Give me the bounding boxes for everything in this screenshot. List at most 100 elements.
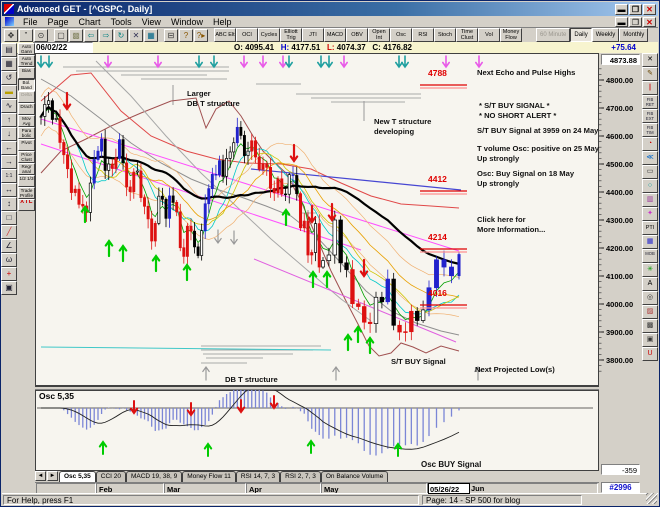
- elliott-wave-icon[interactable]: ∿: [1, 99, 17, 113]
- reset-icon[interactable]: ↺: [1, 71, 17, 85]
- mdi-close-button[interactable]: ✕: [643, 16, 656, 27]
- fib-extension-icon[interactable]: FIB EXT: [642, 109, 658, 123]
- study-icon[interactable]: ▬: [1, 85, 17, 99]
- grid-icon[interactable]: ▦: [642, 235, 658, 249]
- main-chart[interactable]: 4788441242144016LargerDB T structureNew …: [35, 53, 599, 386]
- study-toolbar-abc-elt[interactable]: ABC Elt: [214, 28, 236, 42]
- expand-horizontal-icon[interactable]: ↔: [1, 183, 17, 197]
- color-palette-icon[interactable]: ▨: [642, 305, 658, 319]
- menu-chart[interactable]: Chart: [74, 17, 106, 27]
- ellipse-icon[interactable]: ○: [642, 179, 658, 193]
- pencil-icon[interactable]: ✎: [642, 67, 658, 81]
- gann-box-icon[interactable]: ▭: [642, 165, 658, 179]
- print-icon[interactable]: ⊟: [164, 28, 178, 42]
- study-toolbar-open-int[interactable]: Open Int: [368, 28, 390, 42]
- study-toolbar-rsi[interactable]: RSI: [412, 28, 434, 42]
- gann-grid-icon[interactable]: ▦: [1, 57, 17, 71]
- tab-rsi-14-7-3[interactable]: RSI 14, 7, 3: [235, 471, 281, 482]
- mdi-restore-button[interactable]: ❐: [629, 16, 642, 27]
- menu-page[interactable]: Page: [43, 17, 74, 27]
- title-bar[interactable]: Advanced GET - [^GSPC, Daily] ▬ ❐ ✕: [2, 2, 658, 16]
- gann-angles-icon[interactable]: ∠: [1, 239, 17, 253]
- study-toolbar-elliott-trig[interactable]: Elliott Trig: [280, 28, 302, 42]
- study-button-delta[interactable]: Delta: [18, 91, 35, 103]
- study-button-pivot[interactable]: Pivot: [18, 139, 35, 151]
- study-toolbar-money-flow[interactable]: Money Flow: [500, 28, 522, 42]
- back-icon[interactable]: ⇦: [84, 28, 98, 42]
- click-more-link[interactable]: More Information...: [477, 225, 545, 234]
- context-help-icon[interactable]: ?▸: [194, 28, 208, 42]
- menu-tools[interactable]: Tools: [106, 17, 137, 27]
- menu-view[interactable]: View: [137, 17, 166, 27]
- tab-cci-20[interactable]: CCI 20: [95, 471, 126, 482]
- expand-vertical-icon[interactable]: ↕: [1, 197, 17, 211]
- actual-size-icon[interactable]: 1:1: [1, 169, 17, 183]
- tab-macd-19-38-9[interactable]: MACD 19, 38, 9: [125, 471, 183, 482]
- fib-retrace-icon[interactable]: FIB RET: [642, 95, 658, 109]
- quote-icon[interactable]: ”: [19, 28, 33, 42]
- study-toolbar-stoch[interactable]: Stoch: [434, 28, 456, 42]
- new-page-icon[interactable]: ▢: [54, 28, 68, 42]
- tj-web-icon[interactable]: ω: [1, 253, 17, 267]
- timeframe-weekly[interactable]: Weekly: [591, 28, 620, 42]
- copy-page-icon[interactable]: ▣: [642, 333, 658, 347]
- menu-window[interactable]: Window: [166, 17, 208, 27]
- roots-icon[interactable]: ✳: [642, 263, 658, 277]
- resize-grip[interactable]: [646, 493, 657, 504]
- grid-snap-icon[interactable]: ▩: [642, 319, 658, 333]
- study-button-bias[interactable]: Bias: [18, 67, 35, 79]
- study-button-auto-gann[interactable]: Auto Gann: [18, 43, 35, 55]
- lock-page-icon[interactable]: ▩: [69, 28, 83, 42]
- cycle-icon[interactable]: ◔: [642, 137, 658, 151]
- box-zoom-icon[interactable]: □: [1, 211, 17, 225]
- tab-rsi-2-7-3[interactable]: RSI 2, 7, 3: [280, 471, 321, 482]
- study-button-bol-band[interactable]: Bol. Band: [18, 79, 35, 91]
- timeframe-daily[interactable]: Daily: [570, 28, 592, 42]
- tab-on-balance-volume[interactable]: On Balance Volume: [320, 471, 389, 482]
- chart-window-icon[interactable]: [5, 17, 14, 26]
- pin-icon[interactable]: ✥: [4, 28, 18, 42]
- timeframe-60-minute[interactable]: 60 Minute: [536, 28, 571, 42]
- click-more-link[interactable]: Click here for: [477, 215, 526, 224]
- mdi-minimize-button[interactable]: ▬: [615, 16, 628, 27]
- study-toolbar-macd[interactable]: MACD: [324, 28, 346, 42]
- maximize-button[interactable]: ❐: [629, 3, 642, 15]
- minimize-button[interactable]: ▬: [615, 3, 628, 15]
- study-toolbar-jti[interactable]: JTI: [302, 28, 324, 42]
- study-button-trade-profile[interactable]: Trade Profile: [18, 187, 35, 199]
- study-toolbar-osc[interactable]: Osc: [390, 28, 412, 42]
- date-marker-box[interactable]: 05/26/22: [428, 483, 470, 494]
- tab-scroll-left[interactable]: ◄: [35, 471, 46, 481]
- study-button-auto-trend[interactable]: Auto Trend: [18, 55, 35, 67]
- open-chart-icon[interactable]: ▤: [1, 43, 17, 57]
- new-window-icon[interactable]: ▣: [1, 281, 17, 295]
- help-icon[interactable]: ?: [179, 28, 193, 42]
- tab-osc-5-35[interactable]: Osc 5,35: [59, 471, 96, 482]
- timeframe-monthly[interactable]: Monthly: [619, 28, 649, 42]
- tab-scroll-right[interactable]: ►: [47, 471, 58, 481]
- close-button[interactable]: ✕: [643, 3, 656, 15]
- refresh-icon[interactable]: ↻: [114, 28, 128, 42]
- mob-bars-icon[interactable]: MOB: [642, 249, 658, 263]
- pti-icon[interactable]: PTI: [642, 221, 658, 235]
- forward-icon[interactable]: ⇨: [99, 28, 113, 42]
- chart-icon[interactable]: ▦: [144, 28, 158, 42]
- gann-fan-icon[interactable]: ≪: [642, 151, 658, 165]
- study-toolbar-obv[interactable]: OBV: [346, 28, 368, 42]
- lines-tool-icon[interactable]: ╱: [1, 225, 17, 239]
- study-button-mov-avg[interactable]: Mov Avg: [18, 115, 35, 127]
- text-tool-icon[interactable]: A: [642, 277, 658, 291]
- magnify-icon[interactable]: ◎: [642, 291, 658, 305]
- make-or-break-icon[interactable]: ✦: [642, 207, 658, 221]
- study-button-price-clust[interactable]: Price Clust: [18, 151, 35, 163]
- study-button-regr-anal[interactable]: Regr anal: [18, 163, 35, 175]
- delete-icon[interactable]: ✕: [129, 28, 143, 42]
- undo-icon[interactable]: U: [642, 347, 658, 361]
- crosshair-icon[interactable]: +: [1, 267, 17, 281]
- trend-channel-icon[interactable]: ∥: [642, 81, 658, 95]
- study-button-para-bolic[interactable]: Para bolic: [18, 127, 35, 139]
- scroll-right-icon[interactable]: →: [1, 155, 17, 169]
- scroll-down-icon[interactable]: ↓: [1, 127, 17, 141]
- oscillator-panel[interactable]: Osc 5,35 Osc BUY Signal: [35, 390, 599, 471]
- study-toolbar-time-clust[interactable]: Time Clust: [456, 28, 478, 42]
